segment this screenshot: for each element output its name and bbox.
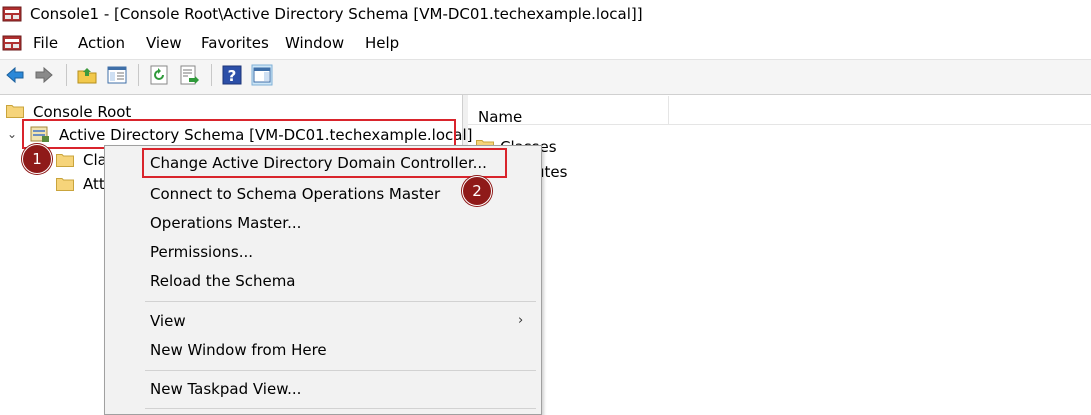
menu-item-connect-schema-master[interactable]: Connect to Schema Operations Master (150, 185, 440, 203)
mmc-system-menu-icon[interactable] (2, 34, 22, 52)
refresh-icon[interactable] (148, 64, 170, 86)
menu-file[interactable]: File (33, 34, 58, 52)
menu-help[interactable]: Help (365, 34, 399, 52)
folder-icon (6, 105, 24, 118)
help-icon[interactable]: ? (221, 64, 243, 86)
column-header-name[interactable]: Name (478, 108, 522, 126)
svg-text:?: ? (228, 67, 237, 85)
show-hide-action-pane-icon[interactable] (251, 64, 273, 86)
menu-window[interactable]: Window (285, 34, 344, 52)
forward-arrow-icon[interactable] (33, 64, 55, 86)
menu-favorites[interactable]: Favorites (201, 34, 269, 52)
menu-view[interactable]: View (146, 34, 182, 52)
results-pane[interactable] (468, 95, 1091, 413)
mmc-console-icon (2, 6, 22, 22)
menu-separator (145, 301, 536, 302)
up-folder-icon[interactable] (76, 64, 98, 86)
submenu-arrow-icon: › (518, 313, 524, 328)
window-title: Console1 - [Console Root\Active Director… (30, 5, 643, 23)
step-badge-1: 1 (22, 144, 52, 174)
folder-icon (56, 178, 74, 191)
back-arrow-icon[interactable] (4, 64, 26, 86)
chevron-down-icon[interactable]: ⌄ (7, 127, 17, 141)
toolbar-separator (66, 64, 67, 86)
menu-item-view[interactable]: View (150, 312, 186, 330)
menu-item-permissions[interactable]: Permissions... (150, 243, 253, 261)
menu-action[interactable]: Action (78, 34, 125, 52)
menu-item-operations-master[interactable]: Operations Master... (150, 214, 301, 232)
tree-node-attributes[interactable]: Att (83, 175, 105, 193)
export-list-icon[interactable] (178, 64, 200, 86)
menu-item-reload-schema[interactable]: Reload the Schema (150, 272, 296, 290)
column-separator[interactable] (668, 96, 669, 124)
step-badge-2: 2 (462, 176, 492, 206)
menu-item-new-window[interactable]: New Window from Here (150, 341, 327, 359)
column-header (468, 96, 1091, 125)
menu-separator (145, 408, 536, 409)
highlight-box-change-dc (142, 148, 507, 178)
show-hide-tree-icon[interactable] (106, 64, 128, 86)
toolbar-separator (138, 64, 139, 86)
folder-icon (56, 154, 74, 167)
toolbar-separator (211, 64, 212, 86)
menu-separator (145, 370, 536, 371)
menu-item-new-taskpad-view[interactable]: New Taskpad View... (150, 380, 301, 398)
